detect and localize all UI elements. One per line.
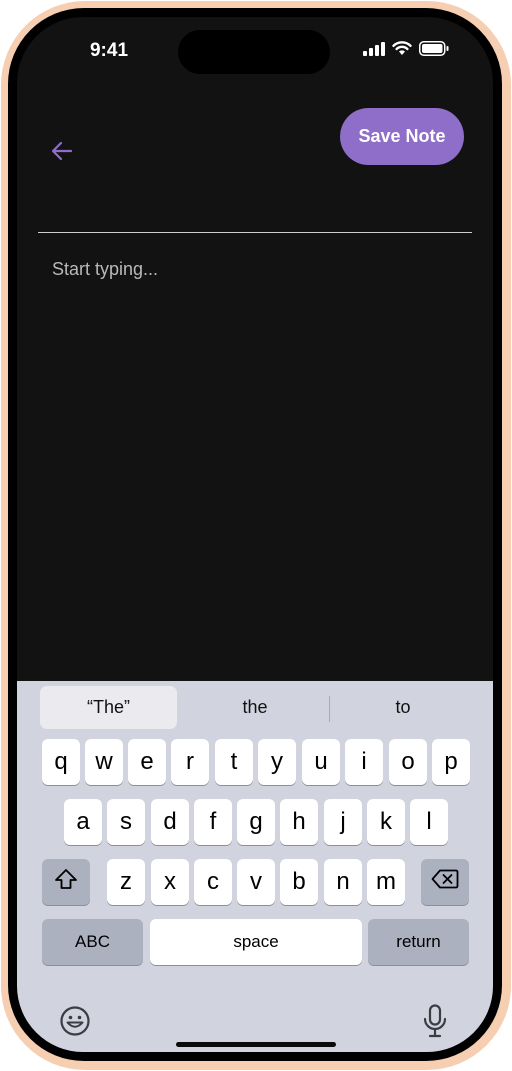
status-icons [363, 41, 449, 61]
suggestion-2[interactable]: the [185, 686, 325, 729]
suggestion-bar: “The” the to [17, 686, 493, 730]
wifi-icon [392, 41, 412, 61]
emoji-icon [59, 1005, 91, 1042]
key-z[interactable]: z [107, 859, 145, 905]
key-s[interactable]: s [107, 799, 145, 845]
microphone-icon [422, 1003, 448, 1043]
back-button[interactable] [45, 136, 79, 170]
key-g[interactable]: g [237, 799, 275, 845]
abc-key[interactable]: ABC [42, 919, 143, 965]
home-indicator[interactable] [176, 1042, 336, 1047]
suggestion-1[interactable]: “The” [40, 686, 177, 729]
key-l[interactable]: l [410, 799, 448, 845]
key-c[interactable]: c [194, 859, 232, 905]
return-key[interactable]: return [368, 919, 469, 965]
key-x[interactable]: x [151, 859, 189, 905]
screen: 9:41 Save Note Start typing... “The” the… [17, 17, 493, 1052]
key-d[interactable]: d [151, 799, 189, 845]
status-time: 9:41 [89, 40, 129, 61]
battery-icon [419, 41, 449, 61]
note-title-input[interactable] [38, 189, 472, 233]
cellular-signal-icon [363, 41, 385, 61]
space-key[interactable]: space [150, 919, 362, 965]
backspace-icon [431, 868, 459, 896]
key-u[interactable]: u [302, 739, 340, 785]
keyboard: “The” the to q w e r t y u i o p a s d f… [17, 681, 493, 1052]
dynamic-island [178, 30, 330, 74]
key-v[interactable]: v [237, 859, 275, 905]
key-r[interactable]: r [171, 739, 209, 785]
arrow-left-icon [51, 141, 73, 166]
note-body-input[interactable] [50, 257, 460, 657]
emoji-button[interactable] [57, 1005, 93, 1041]
suggestion-3[interactable]: to [333, 686, 473, 729]
key-n[interactable]: n [324, 859, 362, 905]
key-h[interactable]: h [280, 799, 318, 845]
key-w[interactable]: w [85, 739, 123, 785]
key-m[interactable]: m [367, 859, 405, 905]
key-a[interactable]: a [64, 799, 102, 845]
key-k[interactable]: k [367, 799, 405, 845]
key-o[interactable]: o [389, 739, 427, 785]
key-f[interactable]: f [194, 799, 232, 845]
key-p[interactable]: p [432, 739, 470, 785]
save-note-button[interactable]: Save Note [340, 108, 464, 165]
suggestion-divider [329, 696, 330, 722]
key-q[interactable]: q [42, 739, 80, 785]
key-t[interactable]: t [215, 739, 253, 785]
key-i[interactable]: i [345, 739, 383, 785]
key-b[interactable]: b [280, 859, 318, 905]
shift-key[interactable] [42, 859, 90, 905]
key-y[interactable]: y [258, 739, 296, 785]
shift-icon [54, 868, 78, 897]
key-e[interactable]: e [128, 739, 166, 785]
delete-key[interactable] [421, 859, 469, 905]
microphone-button[interactable] [417, 1003, 453, 1043]
key-j[interactable]: j [324, 799, 362, 845]
